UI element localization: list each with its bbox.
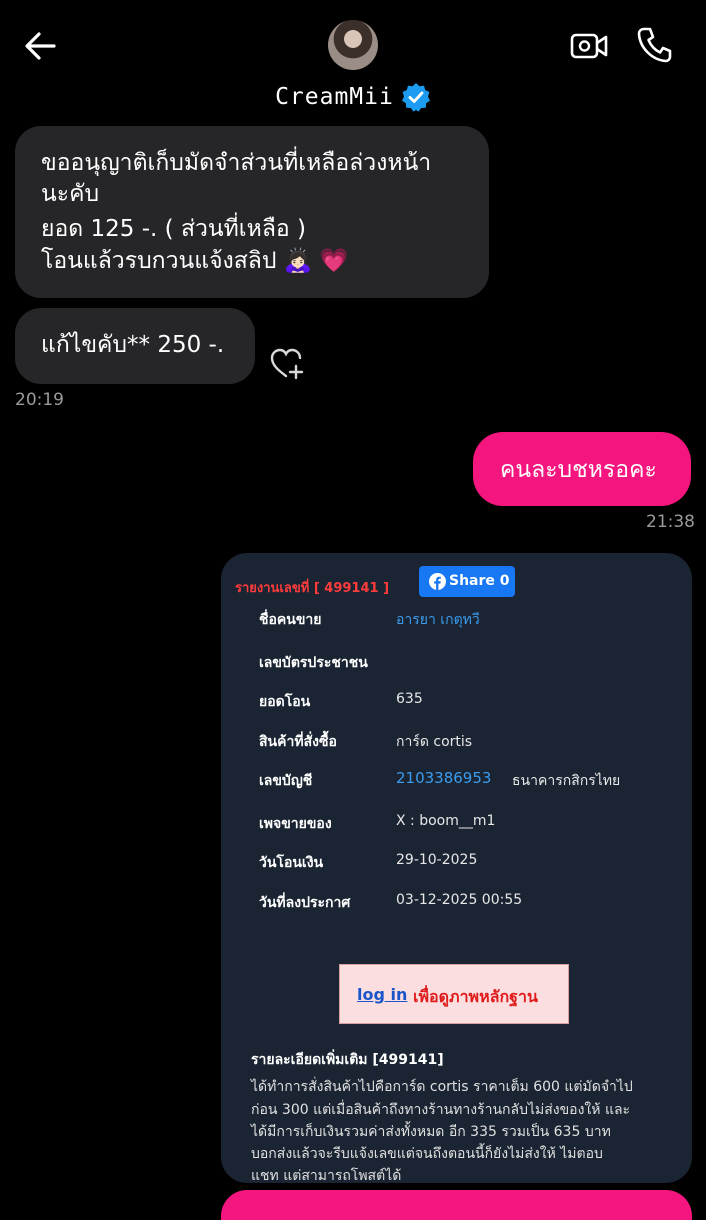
- login-evidence-text: เพื่อดูภาพหลักฐาน: [413, 987, 538, 1006]
- message-line: นะคับ: [41, 181, 100, 207]
- field-label: เพจขายของ: [259, 816, 332, 832]
- share-label: Share 0: [449, 573, 510, 589]
- detail-line: บอกส่งแล้วจะรีบแจ้งเลขแต่จนถึงตอนนี้ก็ยั…: [251, 1146, 603, 1162]
- field-label: เลขบัญชี: [259, 773, 313, 789]
- account-number-value[interactable]: 2103386953: [396, 769, 491, 787]
- video-call-icon[interactable]: [570, 28, 608, 64]
- field-value: 635: [396, 691, 423, 707]
- field-value: 03-12-2025 00:55: [396, 892, 523, 908]
- verified-badge-icon: [401, 83, 430, 112]
- detail-line: ก่อน 300 แต่เมื่อสินค้าถึงทางร้านทางร้าน…: [251, 1102, 631, 1118]
- field-value: X : boom__m1: [396, 813, 496, 829]
- incoming-message-bubble[interactable]: แก้ไขคับ** 250 -.: [15, 308, 255, 384]
- message-line: โอนแล้วรบกวนแจ้งสลิป 🙇🏻‍♀️ 💗: [41, 248, 349, 274]
- outgoing-message-bubble[interactable]: คนละบชหรอคะ: [473, 432, 691, 506]
- field-value: 29-10-2025: [396, 852, 478, 868]
- field-value: การ์ด cortis: [396, 734, 473, 750]
- detail-heading: รายละเอียดเพิ่มเติม [499141]: [251, 1052, 444, 1068]
- share-button[interactable]: Share 0: [419, 566, 515, 597]
- message-line: ขออนุญาติเก็บมัดจำส่วนที่เหลือล่วงหน้า: [41, 150, 432, 176]
- field-label: วันที่ลงประกาศ: [259, 895, 351, 911]
- detail-line: ได้ทำการสั่งสินค้าไปคือการ์ด cortis ราคา…: [251, 1079, 633, 1095]
- seller-name-value[interactable]: อารยา เกตุทวี: [396, 609, 480, 631]
- facebook-icon: [429, 573, 446, 590]
- field-label: สินค้าที่สั่งซื้อ: [259, 734, 337, 750]
- detail-line: แชท แต่สามารถโพสต์ได้: [251, 1168, 402, 1183]
- login-link[interactable]: log in: [357, 985, 407, 1004]
- back-arrow-icon[interactable]: [22, 28, 58, 64]
- add-reaction-heart-icon[interactable]: [270, 347, 306, 381]
- incoming-message-bubble[interactable]: ขออนุญาติเก็บมัดจำส่วนที่เหลือล่วงหน้า น…: [15, 126, 489, 298]
- report-number: รายงานเลขที่ [ 499141 ]: [235, 581, 390, 596]
- detail-line: ได้มีการเก็บเงินรวมค่าส่งทั้งหมด อีก 335…: [251, 1124, 611, 1140]
- message-timestamp: 21:38: [646, 512, 695, 532]
- message-text: แก้ไขคับ** 250 -.: [41, 332, 225, 358]
- field-label: วันโอนเงิน: [259, 855, 324, 871]
- contact-header[interactable]: CreamMii: [0, 82, 706, 112]
- contact-name[interactable]: CreamMii: [275, 84, 394, 110]
- login-evidence-box[interactable]: log in เพื่อดูภาพหลักฐาน: [339, 964, 569, 1024]
- shared-report-image[interactable]: รายงานเลขที่ [ 499141 ] Share 0 ชื่อคนขา…: [221, 553, 692, 1183]
- field-label: ชื่อคนขาย: [259, 612, 322, 628]
- avatar[interactable]: [328, 20, 378, 70]
- message-text: คนละบชหรอคะ: [500, 457, 657, 483]
- bank-name: ธนาคารกสิกรไทย: [512, 773, 621, 789]
- phone-call-icon[interactable]: [636, 26, 672, 64]
- field-label: ยอดโอน: [259, 694, 311, 710]
- message-line: ยอด 125 -. ( ส่วนที่เหลือ ): [41, 216, 307, 242]
- field-label: เลขบัตรประชาชน: [259, 655, 368, 671]
- next-outgoing-bubble-edge: [221, 1190, 692, 1220]
- message-timestamp: 20:19: [15, 390, 64, 410]
